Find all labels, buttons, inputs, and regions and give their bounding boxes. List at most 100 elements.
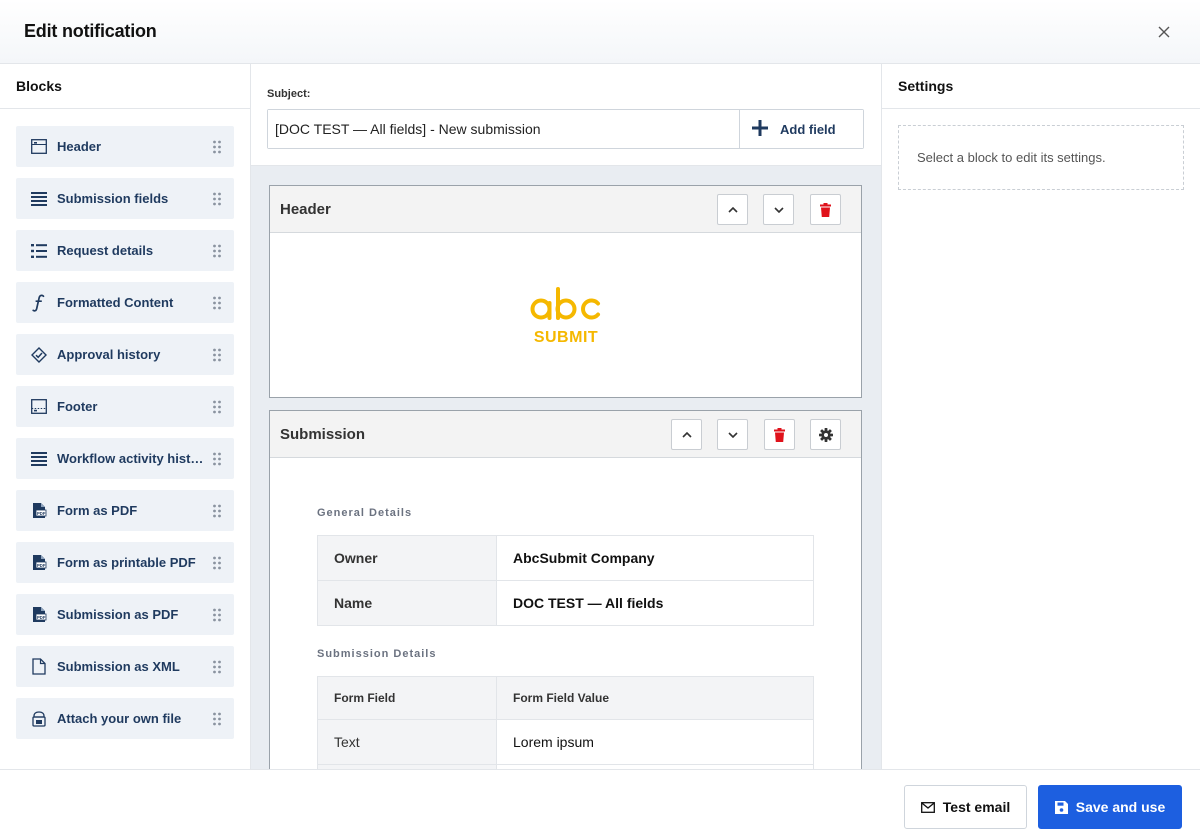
attach-file-icon <box>30 710 48 728</box>
chevron-up-icon <box>681 431 692 438</box>
trash-icon <box>820 202 831 217</box>
subject-row: Add field <box>267 109 864 149</box>
test-email-button[interactable]: Test email <box>904 785 1027 829</box>
block-item-submission-as-xml[interactable]: Submission as XML <box>16 646 234 687</box>
table-row: Owner AbcSubmit Company <box>317 535 814 581</box>
block-item-form-as-printable-pdf[interactable]: PDF Form as printable PDF <box>16 542 234 583</box>
subject-label: Subject: <box>267 88 311 100</box>
save-and-use-button[interactable]: Save and use <box>1038 785 1182 829</box>
delete-button[interactable] <box>764 419 795 450</box>
block-item-form-as-pdf[interactable]: PDF Form as PDF <box>16 490 234 531</box>
block-item-label: Form as PDF <box>57 503 138 518</box>
general-details-heading: General Details <box>317 507 413 519</box>
move-up-button[interactable] <box>717 194 748 225</box>
editor-canvas: Subject: Add field Header <box>251 64 881 769</box>
drag-handle-icon[interactable] <box>212 556 222 570</box>
settings-panel: Settings Select a block to edit its sett… <box>881 64 1200 769</box>
table-row: Text Lorem ipsum <box>317 719 814 765</box>
drag-handle-icon[interactable] <box>212 296 222 310</box>
chevron-down-icon <box>773 206 784 213</box>
block-item-label: Submission as XML <box>57 659 180 674</box>
drag-handle-icon[interactable] <box>212 608 222 622</box>
header-block-card[interactable]: Header SUBMIT <box>269 185 862 398</box>
submission-block-preview: General Details Owner AbcSubmit Company … <box>270 458 861 769</box>
test-email-label: Test email <box>942 799 1011 815</box>
pdf-icon: PDF <box>30 554 48 572</box>
subject-section: Subject: Add field <box>251 64 881 166</box>
table-row: Name DOC TEST — All fields <box>317 580 814 626</box>
drag-handle-icon[interactable] <box>212 400 222 414</box>
pdf-icon: PDF <box>30 606 48 624</box>
block-item-formatted-content[interactable]: Formatted Content <box>16 282 234 323</box>
submission-details-table: Form Field Form Field Value Text Lorem i… <box>317 676 814 769</box>
submission-details-heading: Submission Details <box>317 648 437 660</box>
general-details-table: Owner AbcSubmit Company Name DOC TEST — … <box>317 535 814 626</box>
table-cell-value: DOC TEST — All fields <box>496 580 814 626</box>
save-and-use-label: Save and use <box>1075 799 1166 815</box>
save-icon <box>1054 800 1068 814</box>
svg-text:PDF: PDF <box>37 615 46 620</box>
move-down-button[interactable] <box>717 419 748 450</box>
block-item-header[interactable]: Header <box>16 126 234 167</box>
blocks-panel: Blocks Header Submission fields Request … <box>0 64 251 769</box>
block-item-attach-your-own-file[interactable]: Attach your own file <box>16 698 234 739</box>
delete-button[interactable] <box>810 194 841 225</box>
bullet-list-icon <box>30 242 48 260</box>
block-item-workflow-activity-history[interactable]: Workflow activity history <box>16 438 234 479</box>
table-cell-key: Owner <box>317 535 497 581</box>
table-cell-value: AbcSubmit Company <box>496 535 814 581</box>
add-field-button[interactable]: Add field <box>739 110 863 148</box>
blocks-panel-title: Blocks <box>0 64 250 109</box>
dialog-footer: Test email Save and use <box>0 769 1200 833</box>
drag-handle-icon[interactable] <box>212 348 222 362</box>
drag-handle-icon[interactable] <box>212 504 222 518</box>
block-item-label: Header <box>57 139 102 154</box>
column-header-form-field: Form Field <box>317 676 497 720</box>
list-lines-icon <box>30 190 48 208</box>
drag-handle-icon[interactable] <box>212 452 222 466</box>
chevron-up-icon <box>727 206 738 213</box>
submission-block-card[interactable]: Submission General Details Owner AbcSubm… <box>269 410 862 769</box>
gear-icon <box>818 427 833 442</box>
plus-icon <box>752 117 768 141</box>
svg-text:SUBMIT: SUBMIT <box>533 329 597 345</box>
drag-handle-icon[interactable] <box>212 244 222 258</box>
block-item-label: Submission as PDF <box>57 607 179 622</box>
submission-block-title: Submission <box>280 425 366 443</box>
drag-handle-icon[interactable] <box>212 712 222 726</box>
svg-text:PDF: PDF <box>37 511 46 516</box>
block-item-submission-fields[interactable]: Submission fields <box>16 178 234 219</box>
blocks-list: Header Submission fields Request details… <box>0 109 250 739</box>
abcsubmit-logo: SUBMIT <box>530 287 600 345</box>
chevron-down-icon <box>727 431 738 438</box>
trash-icon <box>774 427 785 442</box>
header-icon <box>30 138 48 156</box>
footer-icon <box>30 398 48 416</box>
settings-empty-state: Select a block to edit its settings. <box>898 125 1184 190</box>
block-item-request-details[interactable]: Request details <box>16 230 234 271</box>
table-cell-value: Lorem ipsum <box>496 719 814 765</box>
table-cell-key: Name <box>317 580 497 626</box>
header-block-title: Header <box>280 200 331 218</box>
block-item-approval-history[interactable]: Approval history <box>16 334 234 375</box>
dialog-header: Edit notification <box>0 0 1200 64</box>
block-item-label: Workflow activity history <box>57 451 206 466</box>
block-settings-button[interactable] <box>810 419 841 450</box>
block-item-label: Approval history <box>57 347 161 362</box>
header-block-toolbar: Header <box>270 186 861 233</box>
block-item-label: Formatted Content <box>57 295 174 310</box>
svg-text:PDF: PDF <box>37 563 46 568</box>
add-field-label: Add field <box>780 121 836 137</box>
table-cell-key: Text <box>317 719 497 765</box>
close-icon[interactable] <box>1152 20 1176 44</box>
drag-handle-icon[interactable] <box>212 660 222 674</box>
block-item-footer[interactable]: Footer <box>16 386 234 427</box>
settings-panel-title: Settings <box>882 64 1200 109</box>
drag-handle-icon[interactable] <box>212 140 222 154</box>
block-item-submission-as-pdf[interactable]: PDF Submission as PDF <box>16 594 234 635</box>
subject-input[interactable] <box>268 110 739 148</box>
drag-handle-icon[interactable] <box>212 192 222 206</box>
move-down-button[interactable] <box>763 194 794 225</box>
move-up-button[interactable] <box>671 419 702 450</box>
file-icon <box>30 658 48 676</box>
